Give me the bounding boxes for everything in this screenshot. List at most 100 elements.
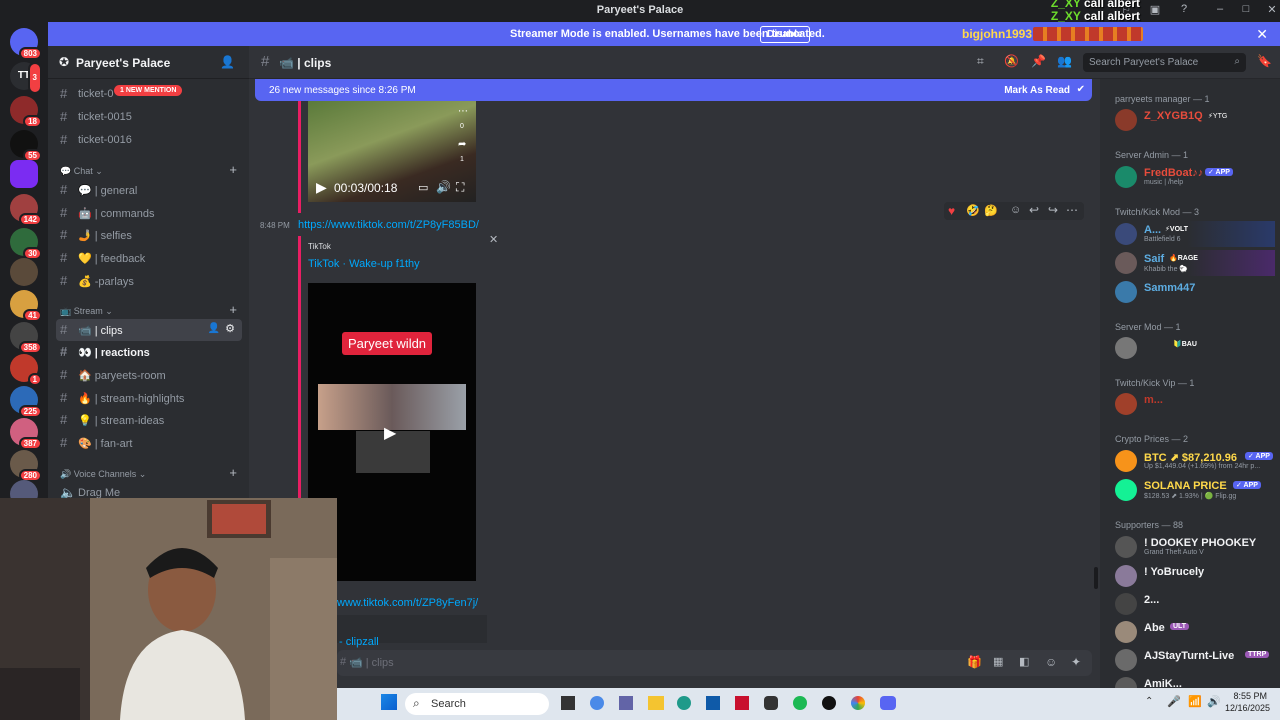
member-item[interactable]: Samm447	[1115, 279, 1275, 305]
channel-general[interactable]: # 💬 | general	[56, 179, 242, 201]
embed-snippet[interactable]: - clipzall	[339, 636, 379, 648]
server-icon[interactable]: 225	[10, 386, 42, 418]
server-icon[interactable]: 358	[10, 322, 42, 354]
app-icon[interactable]	[735, 696, 749, 710]
member-item[interactable]: ! DOOKEY PHOOKEY Grand Theft Auto V	[1115, 534, 1275, 560]
channel-selfies[interactable]: # 🤳 | selfies	[56, 224, 242, 246]
sticker-icon[interactable]: ◧	[1019, 655, 1029, 668]
create-channel-icon[interactable]: +	[229, 465, 237, 480]
server-icon[interactable]: 41	[10, 290, 42, 322]
taskbar-date[interactable]: 12/16/2025	[1225, 703, 1270, 713]
member-item[interactable]: BTC ⬈ $87,210.96 ✓ APP Up $1,449.04 (+1.…	[1115, 448, 1275, 474]
member-item[interactable]: FredBoat♪♪ ✓ APP music | /help	[1115, 164, 1275, 190]
more-options-icon[interactable]: ⋯	[1066, 203, 1078, 217]
channel-parlays[interactable]: # 💰 -parlays	[56, 270, 242, 292]
channel-stream-ideas[interactable]: # 💡 | stream-ideas	[56, 409, 242, 431]
video-player[interactable]: ▶ 00:03/00:18 ▭ 🔊 ⛶ ⋯ 0 ➦ 1	[308, 101, 476, 202]
gif-icon[interactable]: ▦	[993, 655, 1003, 668]
app-icon[interactable]	[764, 696, 778, 710]
channel-paryeets-room[interactable]: # 🏠 paryeets-room	[56, 364, 242, 386]
category-voice[interactable]: 🔊 Voice Channels ⌄	[60, 469, 146, 480]
member-list-icon[interactable]: 👥	[1057, 54, 1072, 68]
member-item[interactable]: 2...	[1115, 591, 1275, 617]
server-tt[interactable]: TT 3	[10, 62, 42, 94]
channel-commands[interactable]: # 🤖 | commands	[56, 202, 242, 224]
chrome-icon[interactable]	[851, 696, 865, 710]
file-explorer-icon[interactable]	[648, 696, 664, 710]
volume-icon[interactable]: 🔊	[1207, 695, 1221, 708]
member-item[interactable]: ! YoBrucely	[1115, 563, 1275, 589]
create-channel-icon[interactable]: +	[229, 162, 237, 177]
gear-icon[interactable]: ⚙	[225, 322, 235, 335]
member-item[interactable]: 🔰BAU	[1115, 335, 1275, 361]
captions-icon[interactable]: ▭	[418, 181, 428, 194]
forward-icon[interactable]: ↪	[1048, 203, 1058, 217]
invite-people-icon[interactable]: 👤	[220, 55, 235, 69]
server-icon[interactable]: 55	[10, 130, 42, 162]
teams-icon[interactable]	[619, 696, 633, 710]
member-item[interactable]: Saif 🔥RAGE Khabib the 🐑	[1115, 250, 1275, 276]
channel-feedback[interactable]: # 💛 | feedback	[56, 247, 242, 269]
play-icon[interactable]: ▶	[316, 179, 327, 196]
server-icon[interactable]: 387	[10, 418, 42, 450]
task-view-icon[interactable]	[561, 696, 575, 710]
member-item[interactable]: SOLANA PRICE ✓ APP $128.53 ⬈ 1.93% | 🟢 F…	[1115, 477, 1275, 503]
windows-start-icon[interactable]	[381, 694, 397, 710]
microphone-icon[interactable]: 🎤	[1167, 695, 1181, 708]
taskbar-time[interactable]: 8:55 PM	[1233, 691, 1267, 701]
screen-icon[interactable]: ▣	[1145, 3, 1165, 16]
mark-as-read-button[interactable]: Mark As Read	[1004, 85, 1070, 96]
home-server[interactable]: 803	[10, 28, 42, 60]
laugh-reaction-icon[interactable]: 🤣	[966, 204, 980, 217]
server-icon[interactable]: 30	[10, 228, 42, 260]
server-header[interactable]: ✪ Paryeet's Palace ⌄ 👤	[48, 46, 249, 79]
server-icon[interactable]	[10, 258, 38, 286]
apps-icon[interactable]: ✦	[1071, 655, 1081, 669]
server-icon[interactable]: 142	[10, 194, 42, 226]
member-item[interactable]: A... ⚡VOLT Battlefield 6	[1115, 221, 1275, 247]
member-item[interactable]: Abe ULT	[1115, 619, 1275, 645]
share-icon[interactable]: ➦	[458, 139, 466, 150]
help-icon[interactable]: ?	[1174, 3, 1194, 15]
fullscreen-icon[interactable]: ⛶	[456, 180, 464, 195]
channel-reactions[interactable]: # 👀 | reactions	[56, 341, 242, 363]
threads-icon[interactable]: ⌗	[977, 54, 984, 69]
scrollbar-thumb[interactable]	[1094, 567, 1098, 589]
create-channel-icon[interactable]: +	[229, 302, 237, 317]
wifi-icon[interactable]: 📶	[1188, 695, 1202, 708]
tray-chevron-icon[interactable]: ⌃	[1145, 696, 1153, 707]
server-icon[interactable]: 280	[10, 450, 42, 482]
member-item[interactable]: Z_XYGB1Q ⚡YTG	[1115, 107, 1275, 133]
inbox-icon[interactable]: 🔖	[1257, 54, 1272, 68]
category-chat[interactable]: 💬 Chat ⌄	[60, 166, 103, 177]
notification-bell-icon[interactable]: 🔕	[1004, 54, 1019, 68]
message-composer[interactable]: # 📹 | clips 🎁 ▦ ◧ ☺ ✦	[337, 650, 1092, 676]
discord-icon[interactable]	[880, 696, 896, 710]
new-mention-pill[interactable]: 1 NEW MENTION	[114, 85, 183, 96]
emoji-icon[interactable]: ☺	[1045, 655, 1057, 669]
tiktok-link[interactable]: www.tiktok.com/t/ZP8yFen7j/	[337, 597, 478, 609]
channel-fan-art[interactable]: # 🎨 | fan-art	[56, 432, 242, 454]
maximize-button[interactable]: □	[1236, 3, 1256, 15]
thinking-reaction-icon[interactable]: 🤔	[984, 204, 998, 217]
category-stream[interactable]: 📺 Stream ⌄	[60, 306, 113, 317]
member-item[interactable]: AJStayTurnt-Live TTRP	[1115, 647, 1275, 673]
server-icon[interactable]: 1	[10, 354, 42, 386]
heart-reaction-icon[interactable]: ♥	[948, 204, 955, 218]
channel-clips[interactable]: # 📹 | clips 👤 ⚙	[56, 319, 242, 341]
server-icon[interactable]	[10, 160, 38, 188]
close-banner-icon[interactable]: ✕	[1256, 26, 1268, 43]
add-reaction-icon[interactable]: ☺	[1010, 204, 1021, 216]
taskbar-search[interactable]: ⌕ Search	[405, 693, 549, 715]
edge-icon[interactable]	[677, 696, 691, 710]
channel-ticket-0015[interactable]: # ticket-0015	[56, 106, 242, 128]
pin-icon[interactable]: 📌	[1031, 54, 1046, 68]
reply-icon[interactable]: ↩	[1029, 203, 1039, 217]
disable-streamer-mode-button[interactable]: Disable	[760, 26, 810, 43]
search-bar[interactable]: Search Paryeet's Palace ⌕	[1083, 53, 1246, 72]
channel-ticket-0016[interactable]: # ticket-0016	[56, 129, 242, 151]
volume-icon[interactable]: 🔊	[436, 180, 451, 194]
channel-stream-highlights[interactable]: # 🔥 | stream-highlights	[56, 387, 242, 409]
gift-icon[interactable]: 🎁	[967, 655, 982, 669]
app-icon[interactable]	[822, 696, 836, 710]
